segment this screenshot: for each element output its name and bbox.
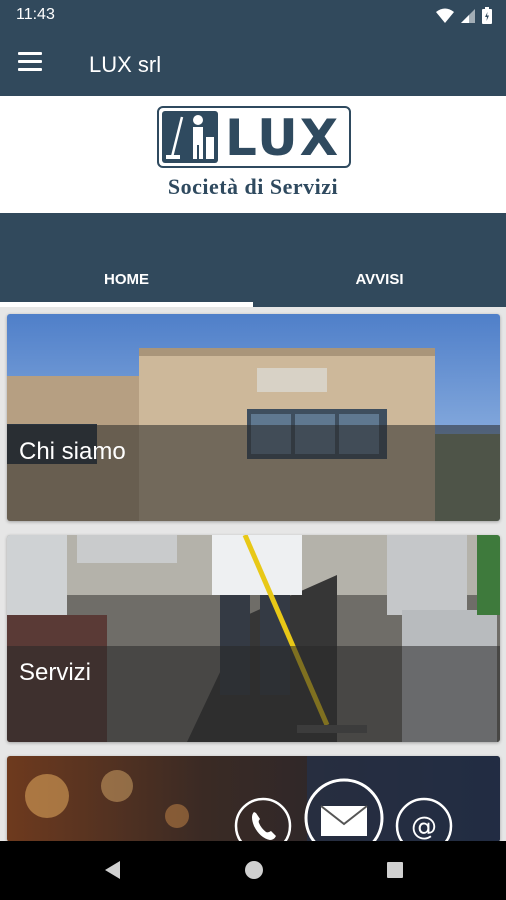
tab-home-label: HOME	[104, 271, 149, 288]
card-label: Servizi	[19, 659, 92, 686]
phone-icon	[234, 797, 292, 842]
cleaner-figure-icon	[162, 111, 218, 163]
recents-icon[interactable]	[384, 859, 406, 881]
card-servizi[interactable]: Servizi	[7, 535, 500, 742]
email-icon	[304, 778, 384, 842]
svg-text:@: @	[411, 812, 437, 842]
tab-avvisi-label: AVVISI	[355, 271, 404, 288]
card-label: Chi siamo	[19, 438, 126, 465]
tab-bar: HOME AVVISI	[0, 213, 506, 307]
status-time: 11:43	[16, 6, 55, 23]
hamburger-line	[18, 68, 42, 71]
app-bar: LUX srl	[0, 32, 506, 96]
back-icon[interactable]	[102, 859, 124, 881]
system-navigation-bar	[0, 841, 506, 900]
lux-logo: LUX	[157, 106, 351, 168]
menu-button[interactable]	[18, 52, 48, 76]
tab-selected-indicator	[0, 302, 253, 307]
card-contatti[interactable]: @	[7, 756, 500, 842]
wifi-icon	[436, 8, 454, 23]
hamburger-line	[18, 60, 42, 63]
tab-avvisi[interactable]: AVVISI	[253, 213, 506, 307]
logo-header: LUX Società di Servizi	[0, 96, 506, 213]
logo-subtitle: Società di Servizi	[167, 174, 339, 199]
status-bar: 11:43	[0, 0, 506, 32]
app-title: LUX srl	[89, 52, 162, 77]
signal-icon	[461, 8, 475, 23]
at-sign-icon: @	[395, 797, 453, 842]
logo-brand-text: LUX	[225, 109, 341, 167]
battery-icon	[482, 7, 492, 24]
tab-home[interactable]: HOME	[0, 213, 253, 307]
home-icon[interactable]	[243, 859, 265, 881]
card-chi-siamo[interactable]: Chi siamo	[7, 314, 500, 521]
status-icons	[436, 7, 492, 24]
hamburger-menu-icon	[18, 52, 42, 55]
